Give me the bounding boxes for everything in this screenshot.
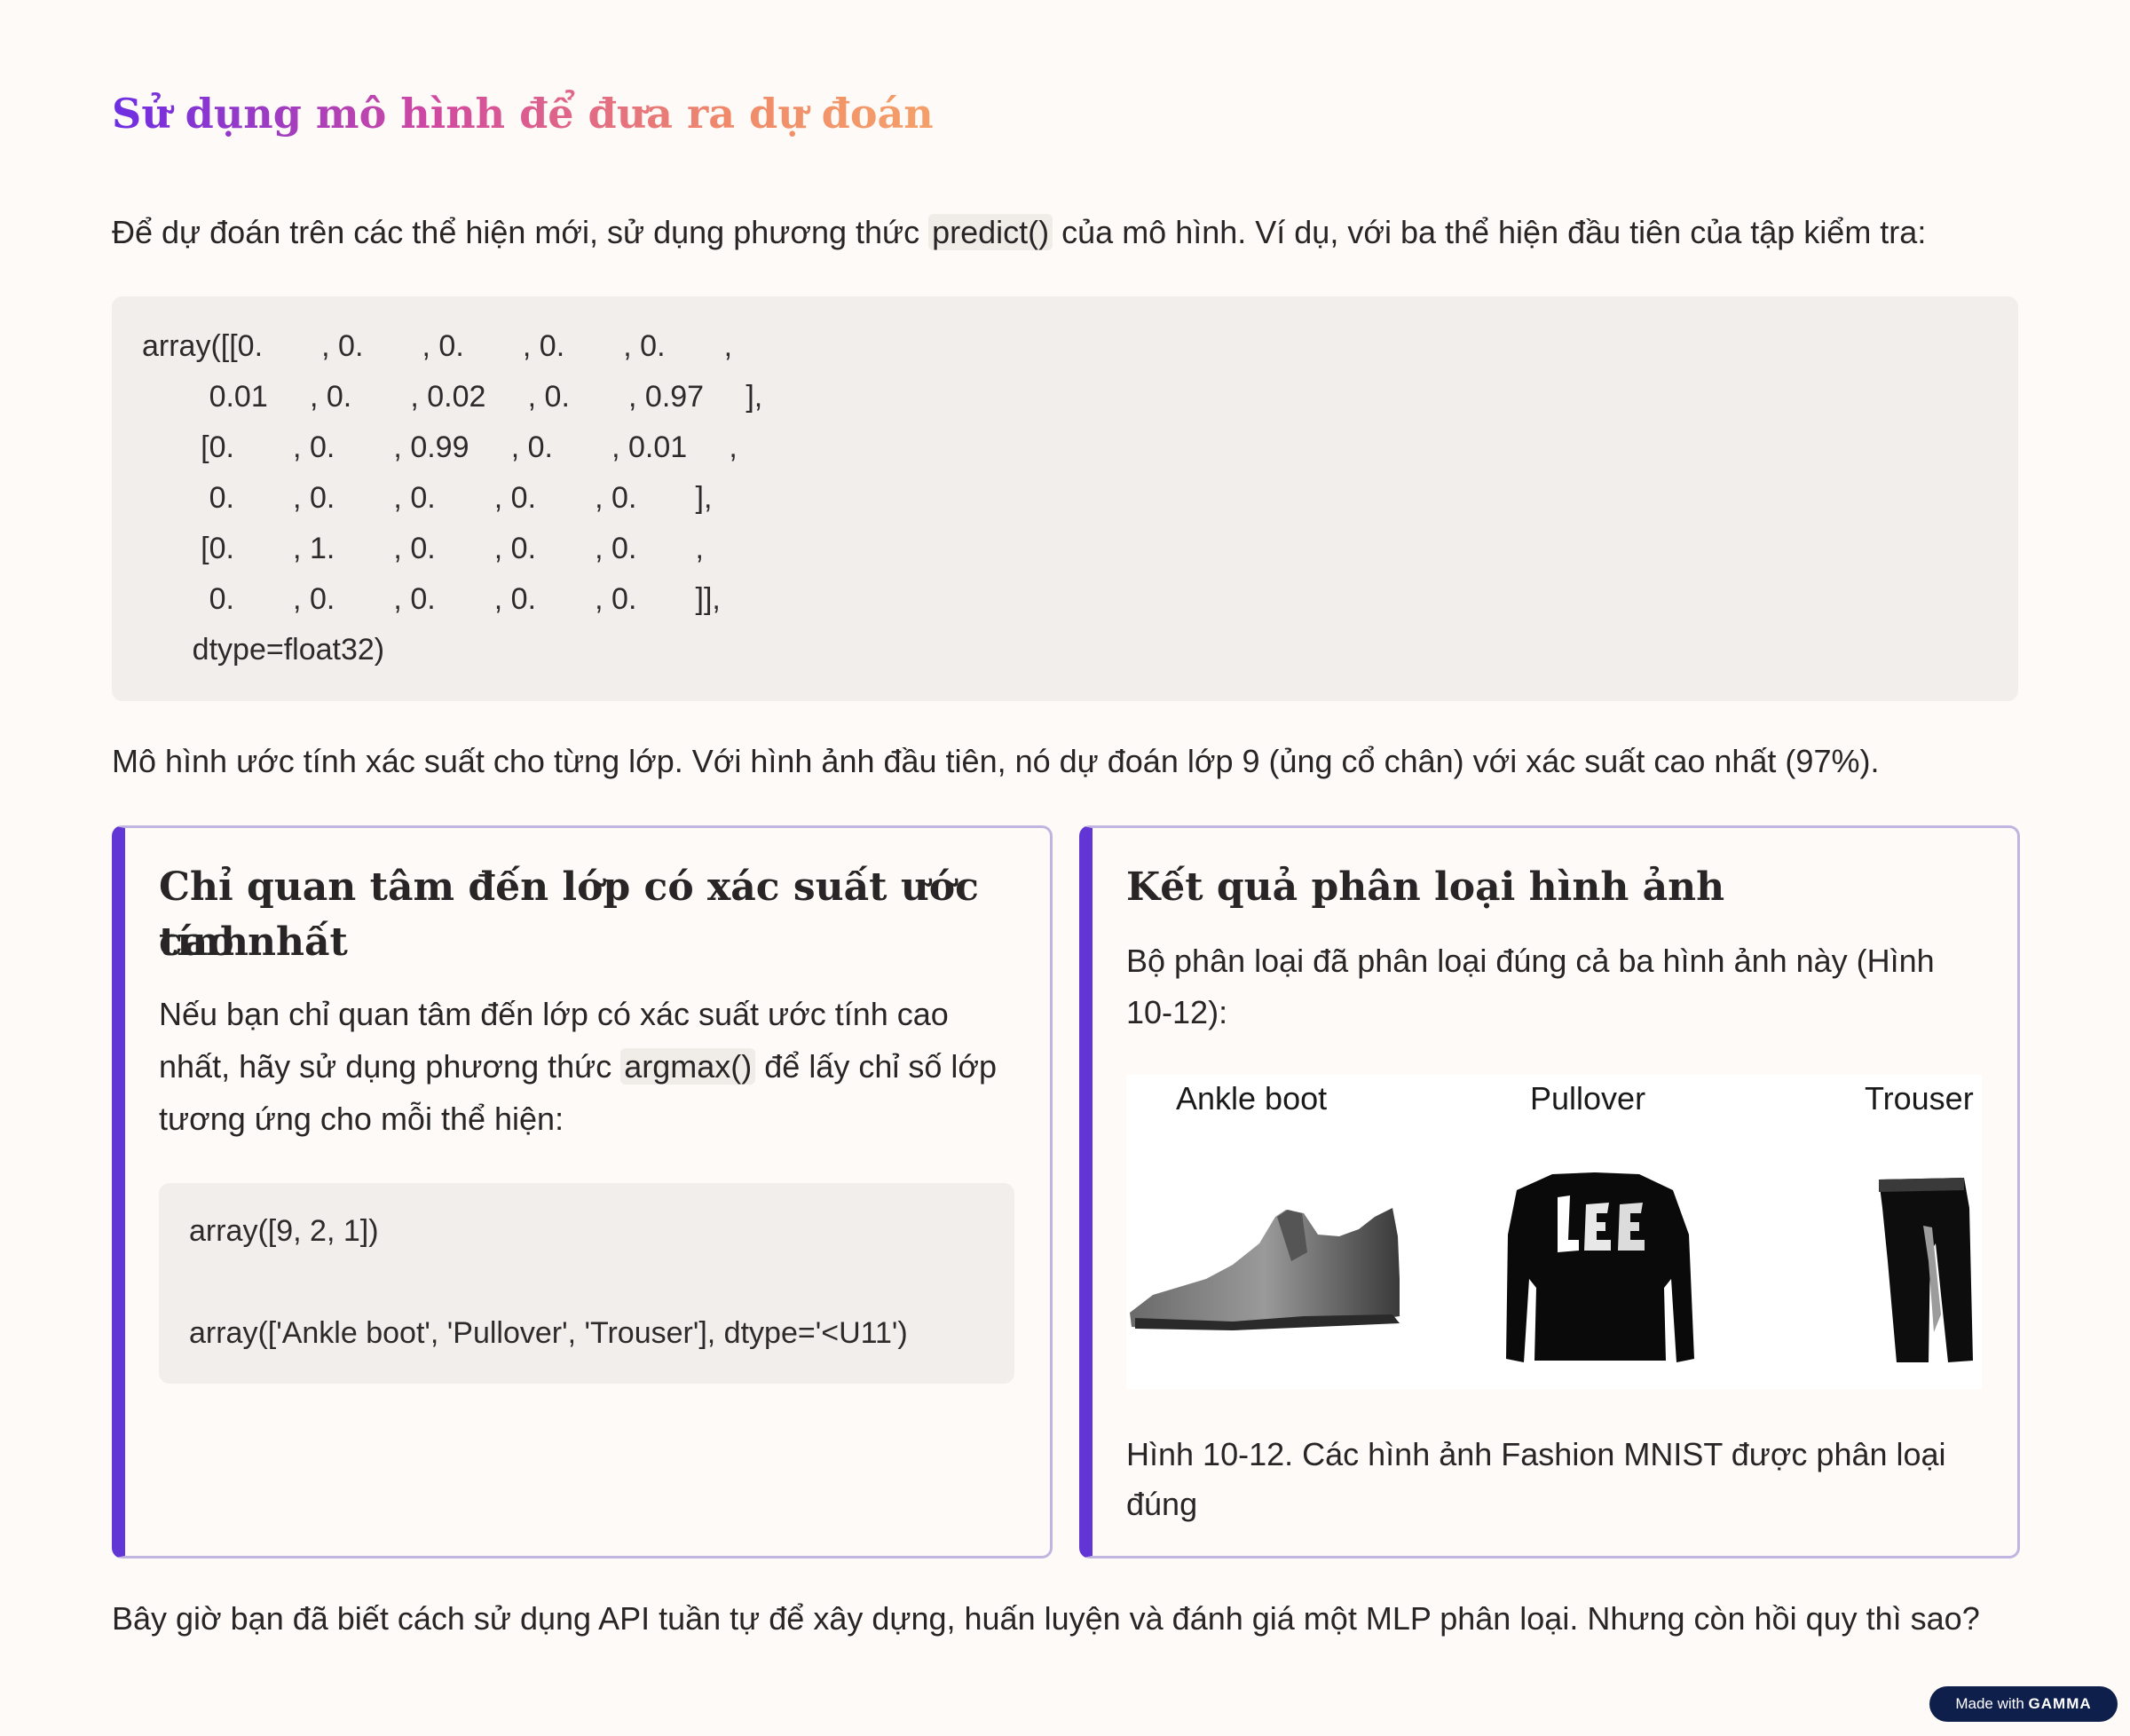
- gamma-logo: GAMMA: [2028, 1695, 2092, 1712]
- card-body-line: Nếu bạn chỉ quan tâm đến lớp có xác suất…: [159, 996, 949, 1032]
- argmax-code-block: array([9, 2, 1]) array(['Ankle boot', 'P…: [159, 1183, 1014, 1384]
- closing-paragraph: Bây giờ bạn đã biết cách sử dụng API tuầ…: [112, 1600, 1980, 1637]
- card-body-text: để lấy chỉ số lớp: [755, 1048, 998, 1085]
- code-line: array([9, 2, 1]): [189, 1214, 379, 1248]
- code-line: [0. , 1. , 0. , 0. , 0. ,: [142, 532, 704, 565]
- code-line: array(['Ankle boot', 'Pullover', 'Trouse…: [189, 1316, 908, 1350]
- code-line: 0.01 , 0. , 0.02 , 0. , 0.97 ],: [142, 380, 763, 414]
- code-line: 0. , 0. , 0. , 0. , 0. ]],: [142, 582, 721, 616]
- code-line: dtype=float32): [142, 633, 385, 667]
- intro-paragraph: Để dự đoán trên các thể hiện mới, sử dụn…: [112, 208, 1926, 257]
- figure-label-trouser: Trouser: [1865, 1080, 1974, 1117]
- page-title: Sử dụng mô hình để đưa ra dự đoán: [112, 85, 934, 142]
- figure-label-ankle-boot: Ankle boot: [1176, 1080, 1328, 1117]
- card-body-line: nhất, hãy sử dụng phương thức argmax() đ…: [159, 1040, 997, 1093]
- card-argmax: Chỉ quan tâm đến lớp có xác suất ước tín…: [112, 825, 1053, 1558]
- card-title-line: cao nhất: [159, 919, 348, 965]
- card-body-line: Bộ phân loại đã phân loại đúng cả ba hìn…: [1126, 943, 1935, 979]
- made-with-gamma-badge[interactable]: Made with GAMMA: [1929, 1686, 2118, 1722]
- code-line: 0. , 0. , 0. , 0. , 0. ],: [142, 481, 713, 515]
- card-title: Kết quả phân loại hình ảnh: [1126, 864, 1725, 910]
- intro-text: Để dự đoán trên các thể hiện mới, sử dụn…: [112, 214, 929, 250]
- fashion-mnist-figure: Ankle boot Pullover Trouser: [1126, 1075, 1982, 1389]
- figure-images: [1130, 1172, 1973, 1362]
- card-body-line: 10-12):: [1126, 994, 1228, 1030]
- code-line: array([[0. , 0. , 0. , 0. , 0. ,: [142, 329, 733, 363]
- code-output-block: array([[0. , 0. , 0. , 0. , 0. , 0.01 , …: [112, 296, 2018, 701]
- figure-caption-line: Hình 10-12. Các hình ảnh Fashion MNIST đ…: [1126, 1436, 1946, 1472]
- ankle-boot-image: [1130, 1208, 1400, 1330]
- explanation-paragraph: Mô hình ước tính xác suất cho từng lớp. …: [112, 743, 1880, 779]
- badge-prefix: Made with: [1955, 1695, 2029, 1712]
- card-body-line: tương ứng cho mỗi thể hiện:: [159, 1101, 564, 1137]
- inline-code-predict: predict(): [928, 214, 1053, 250]
- figure-label-pullover: Pullover: [1530, 1080, 1646, 1117]
- figure-caption-line: đúng: [1126, 1486, 1198, 1522]
- code-line: [0. , 0. , 0.99 , 0. , 0.01 ,: [142, 430, 738, 464]
- inline-code-argmax: argmax(): [620, 1048, 756, 1085]
- card-body-text: nhất, hãy sử dụng phương thức: [159, 1048, 621, 1085]
- card-classification-results: Kết quả phân loại hình ảnh Bộ phân loại …: [1079, 825, 2020, 1558]
- pullover-image: [1506, 1172, 1694, 1362]
- intro-text-end: của mô hình. Ví dụ, với ba thể hiện đầu …: [1053, 214, 1927, 250]
- trouser-image: [1879, 1178, 1973, 1362]
